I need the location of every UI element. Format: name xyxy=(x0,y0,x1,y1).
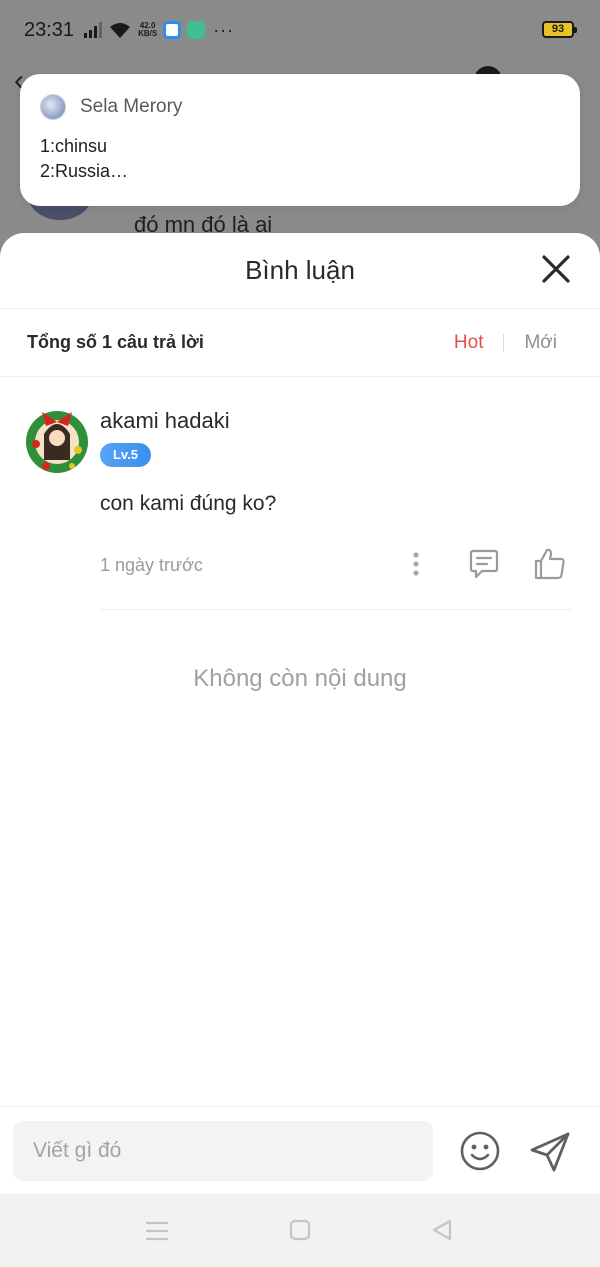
close-icon[interactable] xyxy=(540,253,572,285)
app-notification-icon xyxy=(163,21,182,39)
comments-sheet: Bình luận Tổng số 1 câu trả lời Hot Mới xyxy=(0,233,600,1194)
notification-line: 2:Russia… xyxy=(40,161,129,181)
notification-header: Sela Merory xyxy=(40,94,560,120)
recent-apps-icon[interactable] xyxy=(145,1220,169,1242)
status-bar: 23:31 42.0 KB/S ··· 93 xyxy=(0,0,600,60)
notification-sender: Sela Merory xyxy=(80,96,183,117)
sheet-title: Bình luận xyxy=(245,255,355,285)
like-icon[interactable] xyxy=(532,546,568,582)
no-more-content: Không còn nội dung xyxy=(193,665,407,692)
comment-divider xyxy=(100,609,572,610)
status-icons: 42.0 KB/S ··· xyxy=(84,20,234,41)
comment-author[interactable]: akami hadaki xyxy=(100,408,230,434)
comment-text: con kami đúng ko? xyxy=(100,492,277,515)
reply-icon[interactable] xyxy=(468,548,500,580)
sheet-header: Bình luận xyxy=(0,233,600,309)
battery-indicator: 93 xyxy=(542,21,577,38)
status-time: 23:31 xyxy=(24,18,75,41)
notification-card[interactable]: Sela Merory 1:chinsu 2:Russia… xyxy=(20,74,580,206)
notification-avatar xyxy=(40,94,66,120)
emoji-icon[interactable] xyxy=(459,1130,501,1172)
sort-divider xyxy=(503,333,505,352)
comment-input[interactable] xyxy=(13,1121,433,1181)
more-notifications-icon: ··· xyxy=(213,19,235,40)
wifi-icon xyxy=(110,23,131,38)
home-icon[interactable] xyxy=(289,1219,311,1241)
send-icon[interactable] xyxy=(528,1130,572,1174)
system-nav-bar xyxy=(0,1194,600,1267)
app-notification-icon-2 xyxy=(187,21,206,39)
cell-signal-icon xyxy=(84,22,103,38)
net-speed-unit: KB/S xyxy=(138,29,158,38)
level-badge: Lv.5 xyxy=(100,443,151,467)
sort-bar: Tổng số 1 câu trả lời Hot Mới xyxy=(0,309,600,377)
back-icon[interactable] xyxy=(430,1218,454,1242)
sort-hot-tab[interactable]: Hot xyxy=(454,332,484,354)
sort-new-tab[interactable]: Mới xyxy=(524,332,557,354)
net-speed: 42.0 KB/S xyxy=(138,22,157,38)
avatar[interactable] xyxy=(24,404,90,476)
comment-input-bar xyxy=(0,1106,600,1194)
total-replies: Tổng số 1 câu trả lời xyxy=(27,332,204,352)
notification-line: 1:chinsu xyxy=(40,136,108,156)
more-options-icon[interactable] xyxy=(408,551,424,577)
comment-time: 1 ngày trước xyxy=(100,555,203,575)
notification-body: 1:chinsu 2:Russia… xyxy=(40,136,560,182)
screen: 23:31 42.0 KB/S ··· 93 ‹ đó mn đó là ai … xyxy=(0,0,600,1267)
